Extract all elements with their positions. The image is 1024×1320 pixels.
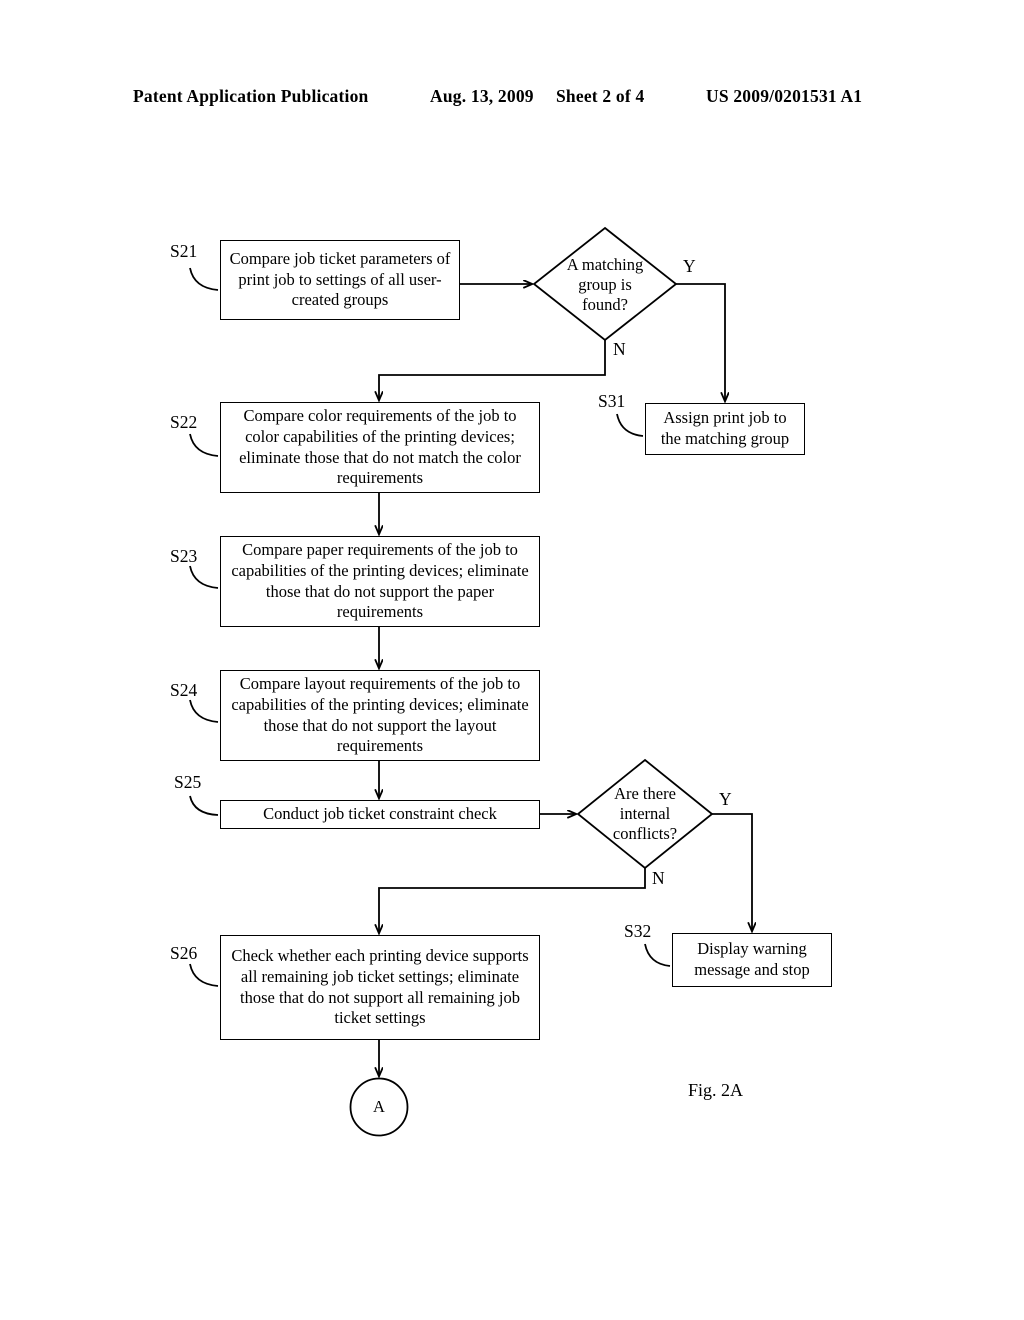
decision-text-matching-group-line3: found?: [582, 294, 628, 314]
connector-label-a: A: [373, 1097, 385, 1116]
flowchart-connectors: [189, 226, 1024, 1137]
step-label-s32: S32: [624, 921, 652, 941]
process-box-s22: Compare color requirements of the job to…: [220, 402, 540, 493]
step-label-s26: S26: [170, 943, 198, 963]
process-box-s31-text: Assign print job to the matching group: [660, 408, 790, 448]
figure-caption: Fig. 2A: [688, 1080, 744, 1100]
step-label-s23: S23: [170, 546, 198, 566]
leader-s32: [644, 943, 671, 967]
process-box-s24: Compare layout requirements of the job t…: [220, 670, 540, 761]
decision-text-matching-group-line1: A matching: [566, 255, 644, 274]
process-box-s26-text: Check whether each printing device suppo…: [231, 945, 529, 1028]
decision-text-internal-conflicts-line1: Are there: [614, 784, 676, 803]
process-box-s31: Assign print job to the matching group: [645, 403, 805, 455]
process-box-s21: Compare job ticket parameters of print j…: [220, 240, 460, 320]
branch-label-d1-no: N: [613, 339, 626, 359]
step-label-s21: S21: [170, 241, 198, 261]
step-label-s31: S31: [598, 391, 626, 411]
leader-s21: [189, 267, 219, 291]
decision-text-internal-conflicts: Are there internal conflicts?: [578, 784, 712, 843]
process-box-s32: Display warning message and stop: [672, 933, 832, 987]
step-label-s22: S22: [170, 412, 198, 432]
decision-text-internal-conflicts-line2: internal: [619, 803, 671, 823]
decision-text-matching-group-line2: group is: [578, 274, 632, 294]
process-box-s25-text: Conduct job ticket constraint check: [263, 804, 497, 824]
process-box-s25: Conduct job ticket constraint check: [220, 800, 540, 829]
branch-label-d1-yes: Y: [683, 256, 696, 276]
leader-s26: [189, 963, 219, 987]
process-box-s23: Compare paper requirements of the job to…: [220, 536, 540, 627]
leader-s24: [189, 699, 219, 723]
patent-figure-page: Patent Application Publication Aug. 13, …: [0, 0, 1024, 1320]
process-box-s21-text: Compare job ticket parameters of print j…: [229, 248, 451, 310]
step-label-s25: S25: [174, 772, 202, 792]
process-box-s26: Check whether each printing device suppo…: [220, 935, 540, 1040]
leader-s25: [189, 795, 219, 816]
leader-s23: [189, 565, 219, 589]
decision-text-internal-conflicts-line3: conflicts?: [612, 823, 678, 843]
process-box-s22-text: Compare color requirements of the job to…: [239, 405, 521, 488]
step-label-s24: S24: [170, 680, 198, 700]
leader-s22: [189, 433, 219, 457]
decision-text-matching-group: A matching group is found?: [535, 255, 675, 314]
leader-s31: [616, 413, 644, 437]
process-box-s24-text: Compare layout requirements of the job t…: [231, 673, 529, 756]
branch-label-d2-yes: Y: [719, 789, 732, 809]
process-box-s23-text: Compare paper requirements of the job to…: [231, 539, 529, 622]
branch-label-d2-no: N: [652, 868, 665, 888]
process-box-s32-text: Display warning message and stop: [694, 939, 810, 979]
